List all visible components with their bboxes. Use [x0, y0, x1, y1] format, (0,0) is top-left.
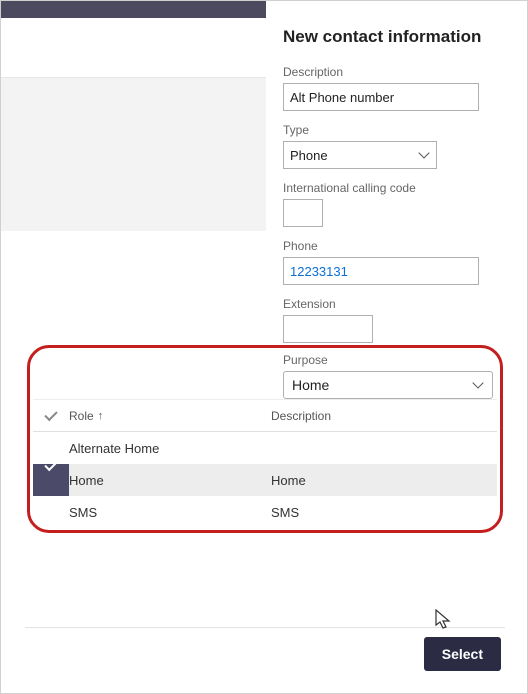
chevron-down-icon: [472, 377, 483, 388]
row-desc: Home: [271, 473, 497, 488]
row-role: Home: [69, 473, 271, 488]
select-button[interactable]: Select: [424, 637, 501, 671]
contact-form-panel: New contact information Description Type…: [283, 27, 513, 355]
footer-bar: Select: [25, 627, 505, 679]
field-type: Type Phone: [283, 123, 513, 169]
select-purpose[interactable]: Home: [283, 371, 493, 399]
header-role[interactable]: Role ↑: [69, 409, 271, 423]
field-intl-code: International calling code: [283, 181, 513, 227]
select-purpose-value: Home: [292, 377, 329, 393]
label-extension: Extension: [283, 297, 513, 311]
row-desc: SMS: [271, 505, 497, 520]
input-description[interactable]: [283, 83, 479, 111]
header-bar: [1, 1, 266, 18]
panel-title: New contact information: [283, 27, 513, 47]
input-intl-code[interactable]: [283, 199, 323, 227]
label-type: Type: [283, 123, 513, 137]
field-phone: Phone: [283, 239, 513, 285]
row-role: SMS: [69, 505, 271, 520]
field-description: Description: [283, 65, 513, 111]
chevron-down-icon: [418, 147, 429, 158]
dropdown-header-row: Role ↑ Description: [33, 400, 497, 432]
left-header-slice: [1, 18, 266, 78]
field-purpose: Purpose Home: [283, 353, 497, 399]
check-icon: [44, 407, 57, 420]
dropdown-row[interactable]: Home Home: [33, 464, 497, 496]
header-desc-label: Description: [271, 409, 331, 423]
select-type-value: Phone: [290, 148, 328, 163]
header-role-label: Role: [69, 409, 94, 423]
header-check-col[interactable]: [33, 414, 69, 418]
label-phone: Phone: [283, 239, 513, 253]
dropdown-row[interactable]: SMS SMS: [33, 496, 497, 528]
input-phone[interactable]: [283, 257, 479, 285]
label-purpose: Purpose: [283, 353, 497, 367]
header-description[interactable]: Description: [271, 409, 497, 423]
sort-asc-icon: ↑: [98, 410, 104, 422]
label-description: Description: [283, 65, 513, 79]
label-intl-code: International calling code: [283, 181, 513, 195]
input-extension[interactable]: [283, 315, 373, 343]
dropdown-row[interactable]: Alternate Home: [33, 432, 497, 464]
select-type[interactable]: Phone: [283, 141, 437, 169]
purpose-dropdown: Role ↑ Description Alternate Home Home H…: [33, 399, 497, 528]
row-role: Alternate Home: [69, 441, 271, 456]
field-extension: Extension: [283, 297, 513, 343]
row-check-col: [33, 464, 69, 496]
